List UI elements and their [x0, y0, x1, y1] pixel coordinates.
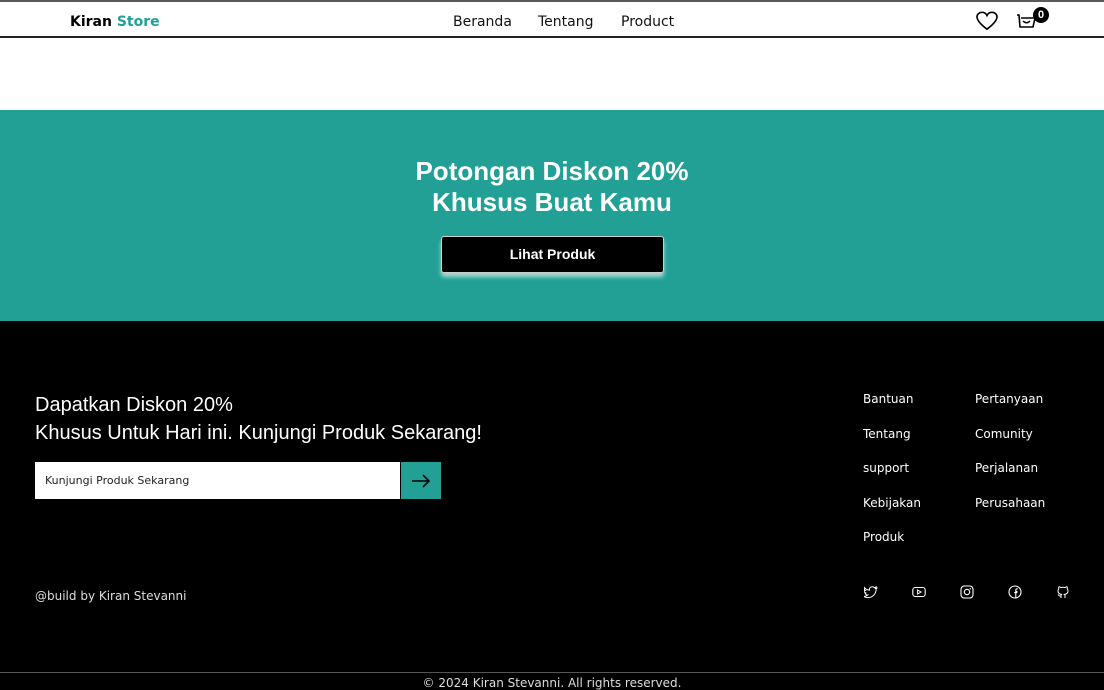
promo-title-line1: Potongan Diskon 20% — [415, 156, 689, 186]
nav-link-product[interactable]: Product — [621, 14, 674, 30]
facebook-icon[interactable] — [1008, 585, 1022, 599]
lihat-produk-button[interactable]: Lihat Produk — [441, 236, 664, 273]
brand-logo[interactable]: Kiran Store — [70, 14, 160, 30]
copyright-text: © 2024 Kiran Stevanni. All rights reserv… — [422, 676, 682, 690]
footer-headline: Dapatkan Diskon 20% Khusus Untuk Hari in… — [35, 391, 482, 447]
footer-link-tentang[interactable]: Tentang — [863, 427, 911, 441]
github-icon[interactable] — [1056, 585, 1070, 599]
subscribe-input[interactable] — [35, 462, 400, 499]
footer-link-comunity[interactable]: Comunity — [975, 427, 1033, 441]
footer-link-bantuan[interactable]: Bantuan — [863, 392, 913, 406]
footer-link-kebijakan[interactable]: Kebijakan — [863, 496, 921, 510]
brand-accent: Store — [116, 14, 160, 30]
nav-link-tentang[interactable]: Tentang — [538, 14, 594, 30]
promo-title: Potongan Diskon 20% Khusus Buat Kamu — [0, 156, 1104, 218]
heart-icon[interactable] — [976, 11, 998, 31]
subscribe-submit-button[interactable] — [401, 462, 441, 499]
promo-banner: Potongan Diskon 20% Khusus Buat Kamu Lih… — [0, 110, 1104, 321]
footer-headline-line2: Khusus Untuk Hari ini. Kunjungi Produk S… — [35, 422, 482, 444]
footer-divider — [0, 672, 1104, 673]
brand-name: Kiran — [70, 14, 112, 30]
instagram-icon[interactable] — [960, 585, 974, 599]
footer-link-support[interactable]: support — [863, 461, 909, 475]
footer-credit: @build by Kiran Stevanni — [35, 589, 187, 603]
arrow-right-icon — [412, 473, 431, 488]
footer-link-perusahaan[interactable]: Perusahaan — [975, 496, 1045, 510]
promo-title-line2: Khusus Buat Kamu — [432, 187, 672, 217]
footer: Dapatkan Diskon 20% Khusus Untuk Hari in… — [0, 321, 1104, 690]
youtube-icon[interactable] — [912, 585, 926, 599]
navbar: Kiran Store Beranda Tentang Product 0 — [0, 0, 1104, 38]
cart-count-badge: 0 — [1033, 7, 1049, 23]
footer-link-pertanyaan[interactable]: Pertanyaan — [975, 392, 1043, 406]
twitter-icon[interactable] — [864, 585, 878, 599]
footer-headline-line1: Dapatkan Diskon 20% — [35, 394, 233, 416]
footer-link-perjalanan[interactable]: Perjalanan — [975, 461, 1038, 475]
footer-link-produk[interactable]: Produk — [863, 530, 904, 544]
nav-link-beranda[interactable]: Beranda — [453, 14, 512, 30]
